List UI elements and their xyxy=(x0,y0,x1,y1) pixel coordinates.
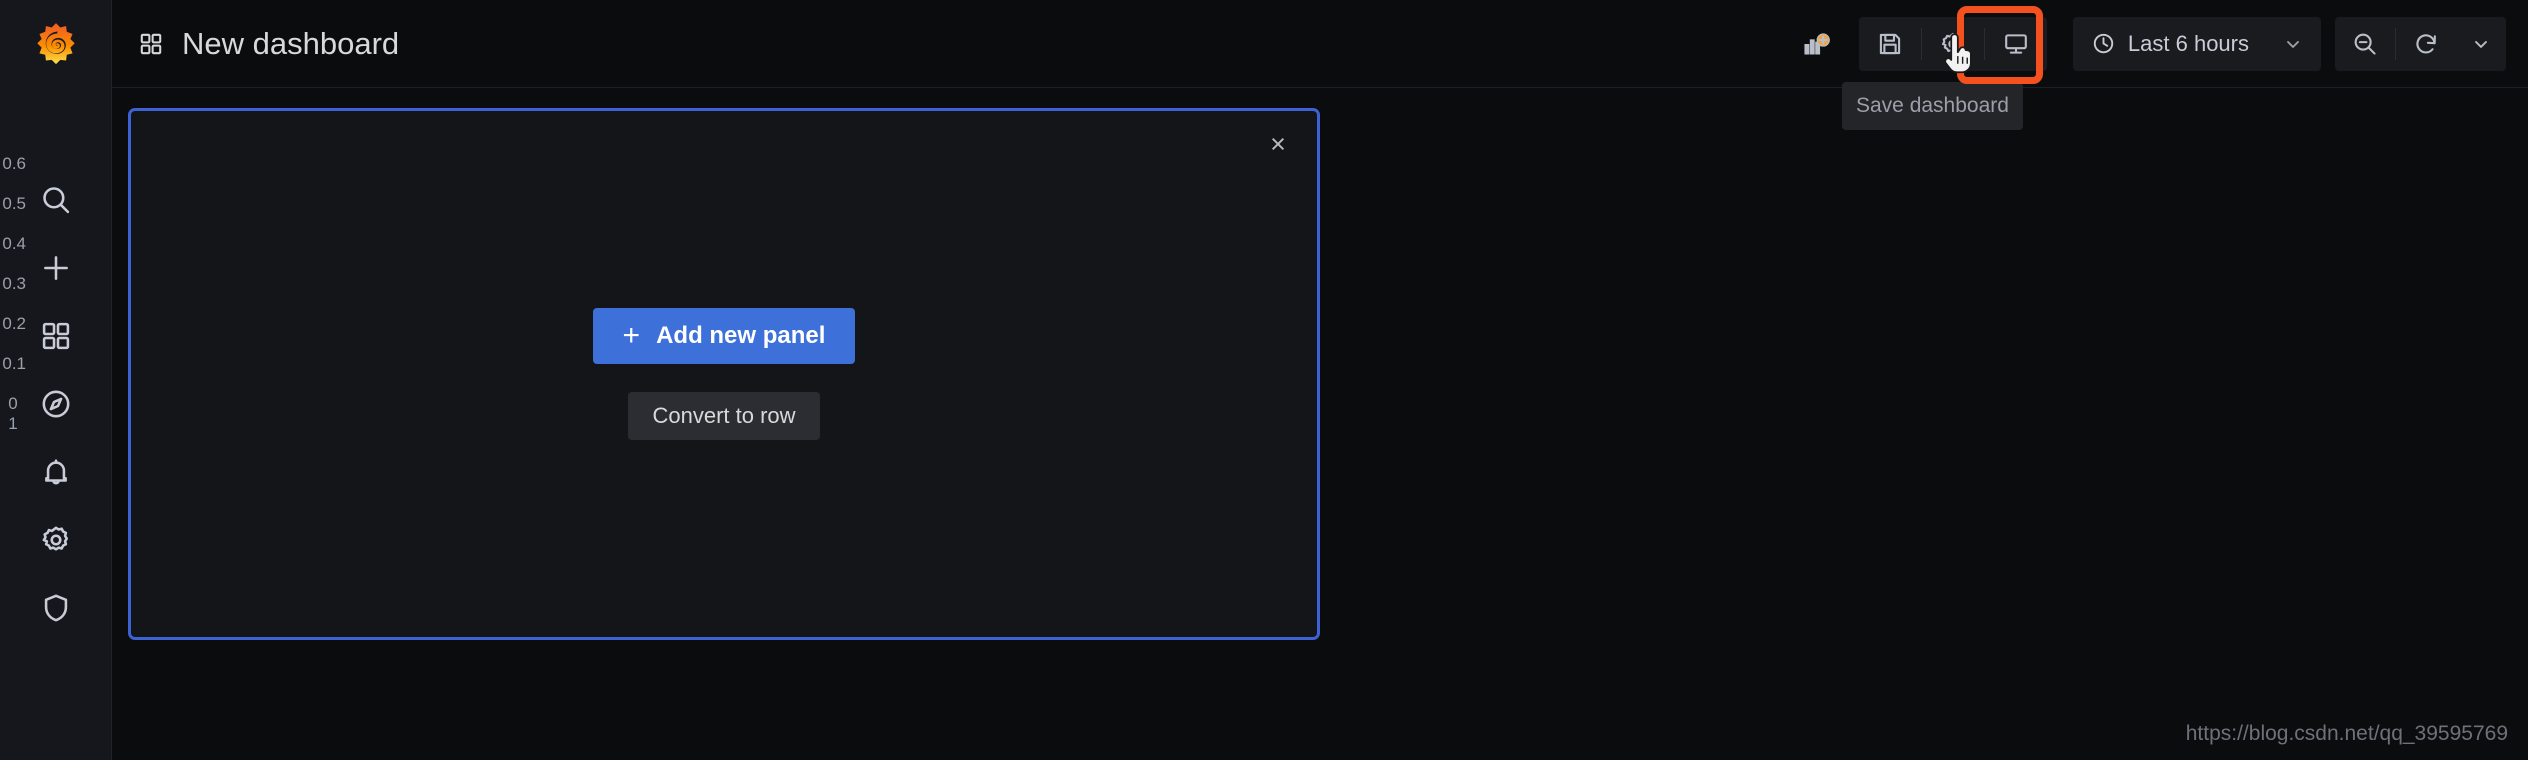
chevron-down-icon xyxy=(2287,40,2299,48)
add-panel-group xyxy=(1785,17,1847,71)
save-floppy-icon xyxy=(1879,33,1901,54)
sidebar-item-configuration[interactable] xyxy=(0,506,112,574)
bell-icon xyxy=(44,459,67,485)
sidebar-items xyxy=(0,166,112,642)
chevron-down-icon xyxy=(2475,40,2487,48)
shield-icon xyxy=(44,594,67,622)
watermark-url: https://blog.csdn.net/qq_39595769 xyxy=(2185,722,2508,745)
refresh-interval-button[interactable] xyxy=(2456,17,2506,71)
grafana-logo-icon xyxy=(36,23,75,65)
plus-icon xyxy=(43,256,68,280)
save-dashboard-tooltip: Save dashboard xyxy=(1842,82,2023,130)
dashboard-toolbar: Last 6 hours xyxy=(1773,16,2506,71)
compass-icon xyxy=(42,390,69,418)
dashboards-grid-icon xyxy=(42,322,69,350)
dashboard-settings-button[interactable] xyxy=(1922,17,1984,71)
sidebar-item-dashboards[interactable] xyxy=(0,302,112,370)
left-sidebar-nav xyxy=(0,0,112,760)
gear-icon xyxy=(42,526,68,551)
gear-icon xyxy=(1941,32,1963,53)
sidebar-item-search[interactable] xyxy=(0,166,112,234)
time-range-value: Last 6 hours xyxy=(2127,30,2249,56)
dashboard-header: New dashboard Last 6 hours xyxy=(112,0,2528,88)
search-icon xyxy=(42,187,69,214)
plus-icon: + xyxy=(622,319,641,352)
kiosk-mode-button[interactable] xyxy=(1985,17,2047,71)
dashboard-grid-icon xyxy=(140,33,162,54)
add-new-panel-label: Add new panel xyxy=(656,322,826,349)
clock-icon xyxy=(2093,33,2114,54)
add-panel-icon xyxy=(1804,32,1830,55)
time-controls-group xyxy=(2335,16,2506,71)
tooltip-text: Save dashboard xyxy=(1856,94,2009,117)
zoom-out-icon xyxy=(2354,33,2376,55)
refresh-icon xyxy=(2416,33,2436,53)
save-dashboard-button[interactable] xyxy=(1859,17,1921,71)
convert-to-row-button[interactable]: Convert to row xyxy=(628,392,820,440)
new-panel-drop-zone: × + Add new panel Convert to row xyxy=(128,108,1320,640)
sidebar-item-alerting[interactable] xyxy=(0,438,112,506)
sidebar-item-explore[interactable] xyxy=(0,370,112,438)
dashboard-title-block[interactable]: New dashboard xyxy=(138,26,399,62)
grafana-dashboard-page: 0.6 0.5 0.4 0.3 0.2 0.1 0 1 New dashboar… xyxy=(0,0,2528,760)
page-title: New dashboard xyxy=(182,25,400,61)
sidebar-item-server-admin[interactable] xyxy=(0,574,112,642)
tv-monitor-icon xyxy=(2005,33,2027,54)
dashboard-actions-group xyxy=(1858,16,2047,71)
sidebar-item-create[interactable] xyxy=(0,234,112,302)
add-new-panel-button[interactable]: + Add new panel xyxy=(592,308,856,364)
time-range-picker[interactable]: Last 6 hours xyxy=(2072,16,2321,71)
panel-actions: + Add new panel Convert to row xyxy=(131,111,1317,637)
refresh-dashboard-button[interactable] xyxy=(2396,17,2456,71)
grafana-logo[interactable] xyxy=(0,0,112,88)
zoom-out-time-button[interactable] xyxy=(2335,17,2395,71)
add-panel-button[interactable] xyxy=(1785,17,1847,71)
